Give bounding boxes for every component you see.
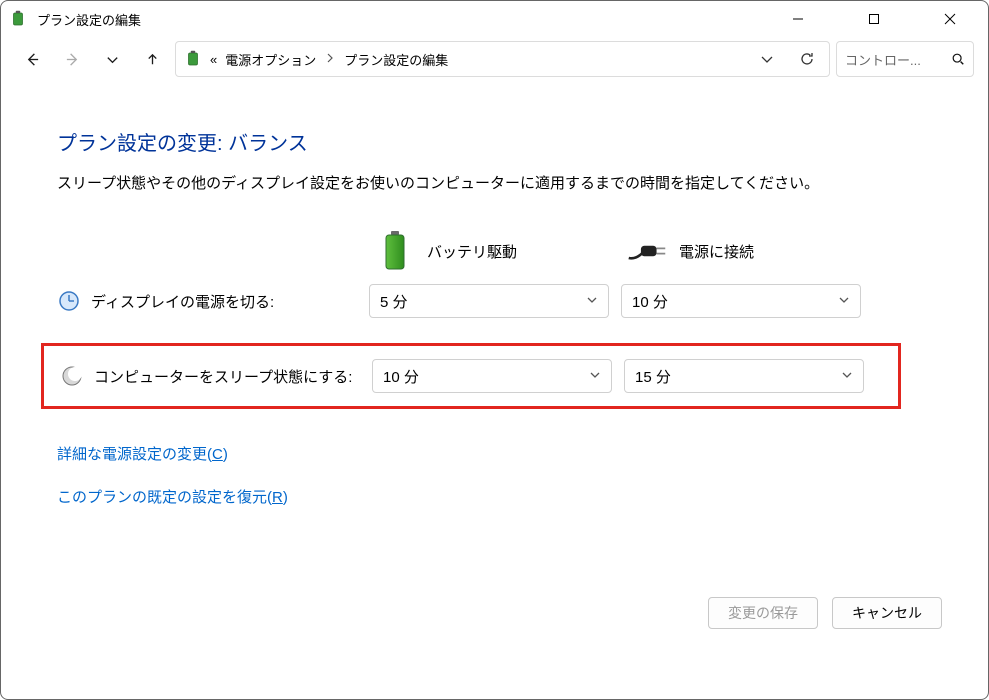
button-label: キャンセル xyxy=(852,603,922,623)
battery-icon xyxy=(375,231,415,271)
search-icon xyxy=(951,52,965,66)
window-titlebar: プラン設定の編集 xyxy=(1,1,988,37)
highlighted-row: コンピューターをスリープ状態にする: 10 分 15 分 xyxy=(41,343,901,409)
row-label-text: ディスプレイの電源を切る: xyxy=(91,291,274,312)
column-header-plugged: 電源に接続 xyxy=(621,221,861,281)
nav-up-button[interactable] xyxy=(135,42,169,76)
address-history-button[interactable] xyxy=(753,45,781,73)
breadcrumb-item[interactable]: プラン設定の編集 xyxy=(344,50,448,69)
sleep-plugged-select[interactable]: 15 分 xyxy=(624,359,864,393)
window-close-button[interactable] xyxy=(912,1,988,37)
display-off-battery-select[interactable]: 5 分 xyxy=(369,284,609,318)
select-value: 10 分 xyxy=(383,366,419,387)
window-maximize-button[interactable] xyxy=(836,1,912,37)
refresh-button[interactable] xyxy=(793,45,821,73)
monitor-clock-icon xyxy=(57,289,81,313)
settings-grid: バッテリ駆動 電源に接続 ディスプレイの電源を切る: 5 分 xyxy=(57,221,932,431)
display-off-plugged-select[interactable]: 10 分 xyxy=(621,284,861,318)
breadcrumb-prefix: « xyxy=(210,52,217,67)
page-description: スリープ状態やその他のディスプレイ設定をお使いのコンピューターに適用するまでの時… xyxy=(57,172,932,193)
page-title: プラン設定の変更: バランス xyxy=(57,127,932,156)
search-input[interactable]: コントロー... xyxy=(836,41,974,77)
breadcrumb-item[interactable]: 電源オプション xyxy=(225,50,316,69)
chevron-down-icon xyxy=(586,293,598,310)
power-options-icon xyxy=(9,10,27,28)
select-value: 15 分 xyxy=(635,366,671,387)
column-header-battery: バッテリ駆動 xyxy=(369,221,609,281)
address-bar-icon xyxy=(184,50,202,68)
window-minimize-button[interactable] xyxy=(760,1,836,37)
column-header-label: バッテリ駆動 xyxy=(427,241,517,262)
select-value: 10 分 xyxy=(632,291,668,312)
row-label-text: コンピューターをスリープ状態にする: xyxy=(94,366,352,387)
chevron-right-icon xyxy=(326,53,334,66)
window-title: プラン設定の編集 xyxy=(37,10,760,29)
window-controls xyxy=(760,1,988,37)
advanced-settings-link[interactable]: 詳細な電源設定の変更(C) xyxy=(57,443,932,464)
search-placeholder: コントロー... xyxy=(845,50,945,69)
chevron-down-icon xyxy=(838,293,850,310)
row-display-off: ディスプレイの電源を切る: xyxy=(57,281,357,321)
chevron-down-icon xyxy=(841,368,853,385)
links: 詳細な電源設定の変更(C) このプランの既定の設定を復元(R) xyxy=(57,443,932,507)
toolbar: « 電源オプション プラン設定の編集 コントロー... xyxy=(1,37,988,87)
address-bar[interactable]: « 電源オプション プラン設定の編集 xyxy=(175,41,830,77)
save-button[interactable]: 変更の保存 xyxy=(708,597,818,629)
moon-icon xyxy=(60,364,84,388)
nav-recent-button[interactable] xyxy=(95,42,129,76)
column-header-label: 電源に接続 xyxy=(679,241,754,262)
restore-defaults-link[interactable]: このプランの既定の設定を復元(R) xyxy=(57,486,932,507)
chevron-down-icon xyxy=(589,368,601,385)
row-sleep: コンピューターをスリープ状態にする: xyxy=(60,356,360,396)
select-value: 5 分 xyxy=(380,291,408,312)
content-area: プラン設定の変更: バランス スリープ状態やその他のディスプレイ設定をお使いのコ… xyxy=(1,87,988,507)
footer-buttons: 変更の保存 キャンセル xyxy=(708,597,942,629)
cancel-button[interactable]: キャンセル xyxy=(832,597,942,629)
sleep-battery-select[interactable]: 10 分 xyxy=(372,359,612,393)
plug-icon xyxy=(627,231,667,271)
button-label: 変更の保存 xyxy=(728,603,798,623)
nav-forward-button[interactable] xyxy=(55,42,89,76)
nav-back-button[interactable] xyxy=(15,42,49,76)
